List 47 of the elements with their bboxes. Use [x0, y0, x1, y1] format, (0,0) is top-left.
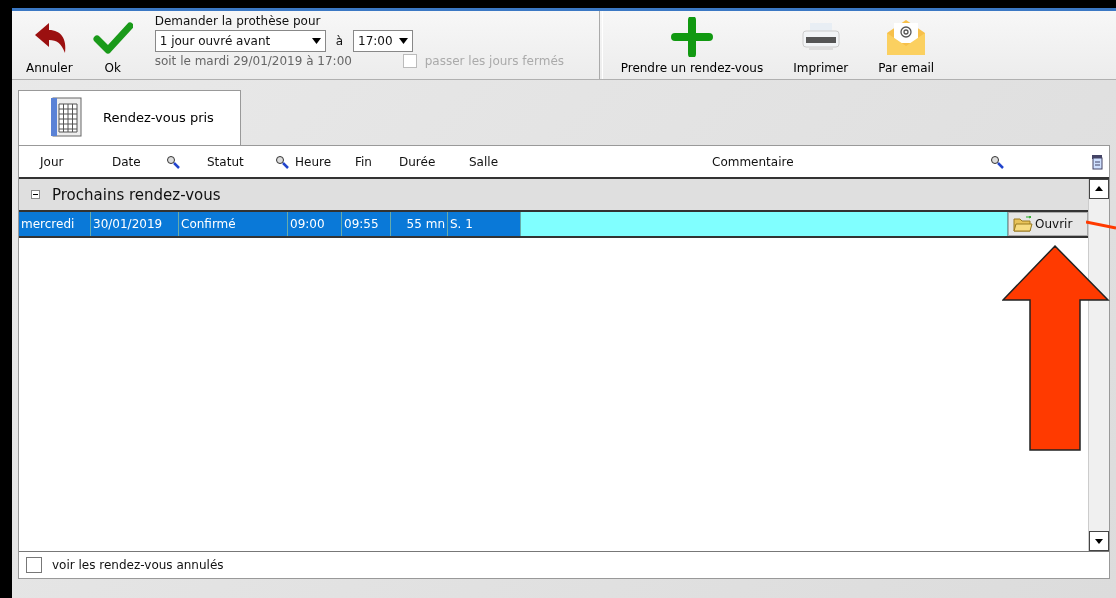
- at-label: à: [335, 34, 344, 48]
- toolbar-button[interactable]: Prendre un rendez-vous: [614, 17, 770, 79]
- column-header[interactable]: Heure: [295, 154, 332, 169]
- skip-closed-label: passer les jours fermés: [424, 54, 564, 68]
- show-cancelled-label: voir les rendez-vous annulés: [52, 558, 224, 572]
- table-cell: 09:55: [342, 212, 391, 236]
- table-cell: mercredi: [19, 212, 91, 236]
- group-header[interactable]: Prochains rendez-vous: [19, 179, 1088, 212]
- check-icon: [92, 21, 133, 57]
- search-icon[interactable]: [990, 154, 1004, 169]
- column-header[interactable]: Fin: [355, 154, 372, 169]
- folder-icon: [1013, 216, 1033, 232]
- column-header[interactable]: Commentaire: [712, 154, 794, 169]
- show-cancelled-checkbox[interactable]: [26, 557, 42, 573]
- email-icon: [885, 17, 928, 57]
- toolbar-button[interactable]: Ok: [86, 21, 139, 79]
- column-header[interactable]: Jour: [40, 154, 64, 169]
- column-header[interactable]: Durée: [399, 154, 436, 169]
- annotation-line: [1086, 220, 1116, 230]
- column-header[interactable]: Date: [112, 154, 141, 169]
- column-header[interactable]: Statut: [207, 154, 244, 169]
- toolbar-button[interactable]: Annuler: [20, 21, 79, 79]
- open-button[interactable]: Ouvrir: [1008, 212, 1088, 236]
- time-dropdown[interactable]: 17:00: [353, 30, 413, 52]
- column-header[interactable]: Salle: [469, 154, 499, 169]
- collapse-toggle[interactable]: [31, 190, 40, 199]
- dropdown-arrow-icon[interactable]: [398, 38, 408, 44]
- dropdown-arrow-icon[interactable]: [311, 38, 321, 44]
- search-icon[interactable]: [275, 154, 289, 169]
- table-cell: 09:00: [288, 212, 342, 236]
- request-label: Demander la prothèse pour: [154, 14, 322, 28]
- delay-dropdown[interactable]: 1 jour ouvré avant: [154, 30, 326, 52]
- scroll-up-icon[interactable]: [1089, 179, 1109, 199]
- table-cell: 55 mn: [391, 212, 448, 236]
- date-summary: soit le mardi 29/01/2019 à 17:00: [154, 54, 353, 68]
- scrollbar[interactable]: [1088, 179, 1109, 551]
- search-icon[interactable]: [166, 154, 180, 169]
- toolbar-button[interactable]: Par email: [872, 17, 941, 79]
- plus-icon: [670, 17, 713, 57]
- toolbar-button[interactable]: Imprimer: [787, 17, 855, 79]
- table-cell: 30/01/2019: [91, 212, 179, 236]
- table-row[interactable]: mercredi 30/01/2019 Confirmé 09:00 09:55 55 mn S. 1 Ouvrir: [19, 212, 1088, 238]
- table-cell: Confirmé: [179, 212, 288, 236]
- tab[interactable]: Rendez-vous pris: [18, 90, 241, 145]
- column-settings-icon[interactable]: [1091, 153, 1103, 170]
- group-label: Prochains rendez-vous: [52, 185, 221, 204]
- scroll-down-icon[interactable]: [1089, 531, 1109, 551]
